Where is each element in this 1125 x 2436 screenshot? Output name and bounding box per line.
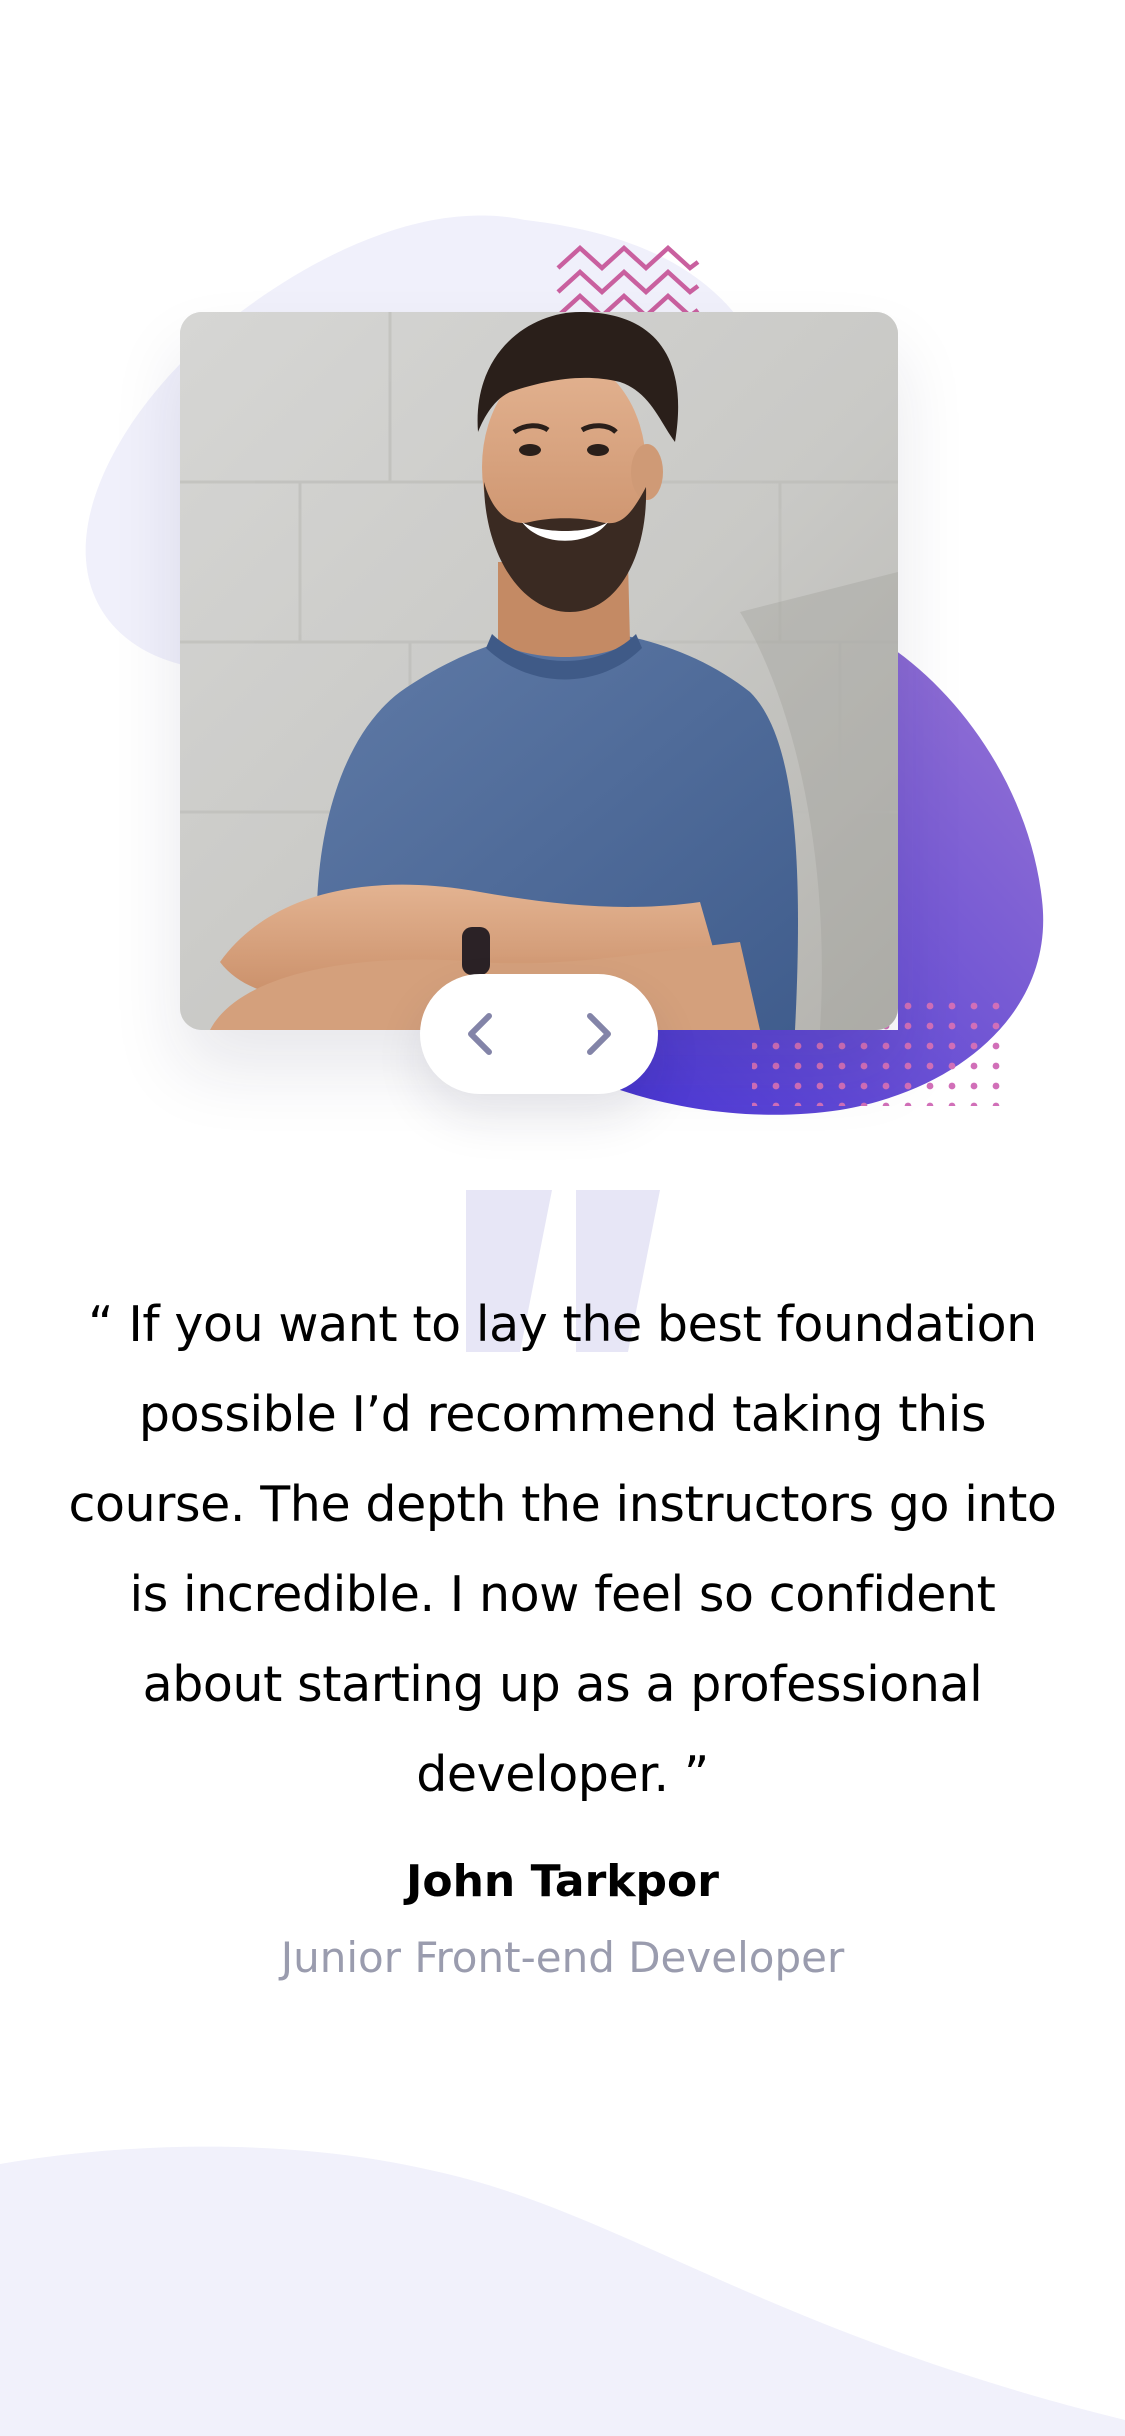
chevron-right-icon xyxy=(586,1013,611,1055)
carousel-navigation xyxy=(420,974,658,1094)
testimonial-photo xyxy=(180,312,898,1030)
portrait-illustration xyxy=(180,312,898,1030)
author-name: John Tarkpor xyxy=(406,1856,719,1907)
chevron-left-icon xyxy=(467,1013,492,1055)
testimonial-quote: “ If you want to lay the best foundation… xyxy=(60,1280,1065,1820)
quote-text: “ If you want to lay the best foundation… xyxy=(68,1296,1057,1803)
next-button[interactable] xyxy=(539,974,658,1094)
author-role: Junior Front-end Developer xyxy=(280,1933,845,1982)
previous-button[interactable] xyxy=(420,974,539,1094)
bottom-wave xyxy=(0,2146,1125,2436)
